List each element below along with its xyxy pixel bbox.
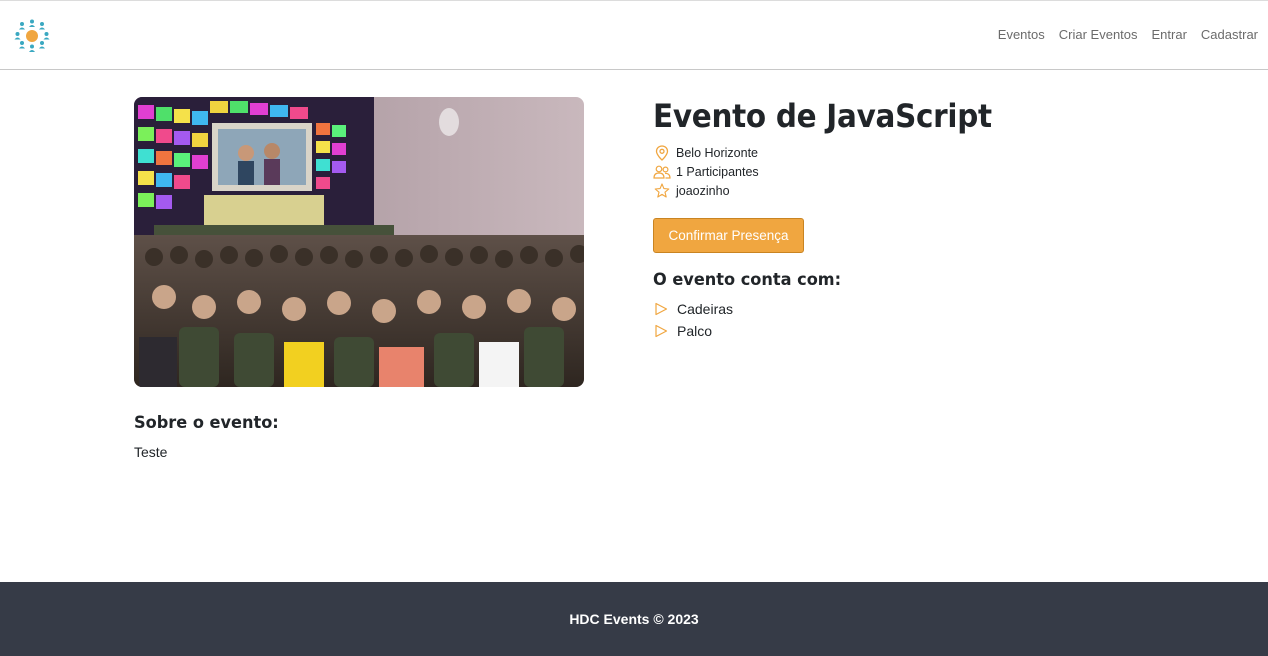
star-icon bbox=[653, 182, 671, 200]
nav-link-cadastrar[interactable]: Cadastrar bbox=[1201, 27, 1258, 42]
location-pin-icon bbox=[653, 144, 671, 162]
play-outline-icon bbox=[654, 323, 670, 339]
features-title: O evento conta com: bbox=[653, 270, 842, 290]
footer-copyright: HDC Events © 2023 bbox=[569, 611, 699, 627]
event-owner: joaozinho bbox=[653, 181, 759, 200]
about-text: Teste bbox=[134, 444, 168, 460]
event-title: Evento de JavaScript bbox=[653, 97, 992, 135]
people-icon bbox=[653, 163, 671, 181]
event-city-text: Belo Horizonte bbox=[676, 145, 758, 160]
feature-item-label: Palco bbox=[677, 323, 713, 339]
event-image bbox=[134, 97, 584, 387]
footer: HDC Events © 2023 bbox=[0, 582, 1268, 656]
nav-link-criar-eventos[interactable]: Criar Eventos bbox=[1059, 27, 1138, 42]
feature-item-label: Cadeiras bbox=[677, 301, 734, 317]
nav-link-entrar[interactable]: Entrar bbox=[1152, 27, 1187, 42]
event-participants: 1 Participantes bbox=[653, 162, 759, 181]
nav-links: Eventos Criar Eventos Entrar Cadastrar bbox=[984, 27, 1258, 42]
logo-icon[interactable] bbox=[14, 18, 50, 54]
nav-link-eventos[interactable]: Eventos bbox=[998, 27, 1045, 42]
play-outline-icon bbox=[654, 301, 670, 317]
about-title: Sobre o evento: bbox=[134, 413, 279, 433]
event-owner-text: joaozinho bbox=[676, 183, 730, 198]
features-list: Cadeiras Palco bbox=[653, 298, 733, 342]
confirm-presence-button[interactable]: Confirmar Presença bbox=[653, 218, 804, 253]
feature-item: Palco bbox=[653, 320, 733, 342]
event-city: Belo Horizonte bbox=[653, 143, 759, 162]
navbar: Eventos Criar Eventos Entrar Cadastrar bbox=[0, 0, 1268, 70]
event-participants-text: 1 Participantes bbox=[676, 164, 759, 179]
feature-item: Cadeiras bbox=[653, 298, 733, 320]
event-info-list: Belo Horizonte 1 Participantes joaozinho bbox=[653, 143, 759, 200]
